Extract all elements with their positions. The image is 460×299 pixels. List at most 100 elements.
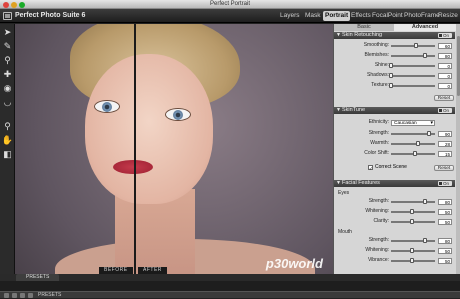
before-after-divider[interactable]	[134, 24, 136, 274]
skin-retouching-toggle[interactable]: On	[438, 33, 452, 38]
tab-basic[interactable]: Basic	[334, 24, 394, 31]
mouth-value-field[interactable]: 50	[438, 257, 452, 264]
right-eye	[165, 108, 191, 121]
mouth-label: Vibrance:	[367, 257, 389, 263]
tab-advanced[interactable]: Advanced	[394, 24, 456, 31]
skin-retouching-slider-thumb[interactable]	[389, 73, 393, 78]
skin-retouching-slider-track[interactable]	[391, 75, 435, 77]
image-canvas[interactable]: BEFORE AFTER p30world	[15, 24, 333, 274]
eyes-label: Strength:	[368, 198, 389, 204]
eyes-value-field[interactable]: 50	[438, 208, 452, 215]
skintune-row: Warmth: 28	[334, 140, 455, 147]
skin-retouching-slider-thumb[interactable]	[389, 83, 393, 88]
eye-icon[interactable]: ◉	[2, 83, 13, 94]
eyes-group-label: Eyes	[338, 190, 350, 196]
tab-portrait[interactable]: Portrait	[323, 11, 351, 21]
skin-retouching-slider-thumb[interactable]	[389, 63, 393, 68]
skintune-slider-thumb[interactable]	[415, 141, 420, 146]
facial-features-toggle[interactable]: On	[438, 181, 452, 186]
skintune-label: Color Shift:	[364, 150, 389, 156]
skin-retouching-value-field[interactable]: 0	[438, 72, 452, 79]
mouth-row: Whitening: 50	[334, 247, 455, 254]
eyes-value-field[interactable]: 80	[438, 198, 452, 205]
mouth-slider-track[interactable]	[391, 240, 435, 242]
skin-retouching-value-field[interactable]: 0	[438, 82, 452, 89]
arrow-icon[interactable]: ➤	[2, 27, 13, 38]
brush-icon[interactable]: ✎	[2, 41, 13, 52]
presets-tab[interactable]: PRESETS	[16, 274, 60, 281]
eyes-label: Whitening:	[365, 208, 389, 214]
eyedropper-icon[interactable]: ⚲	[2, 55, 13, 66]
grid-icon[interactable]	[28, 293, 33, 298]
portrait-face	[85, 54, 213, 204]
skin-retouching-header[interactable]: ▼ Skin Retouching On	[334, 32, 455, 39]
skin-retouching-slider-track[interactable]	[391, 55, 435, 57]
mouth-slider-thumb[interactable]	[410, 258, 414, 263]
skintune-value-field[interactable]: 90	[438, 130, 452, 137]
eyes-slider-thumb[interactable]	[410, 219, 414, 224]
skintune-value-field[interactable]: 15	[438, 150, 452, 157]
eyes-slider-track[interactable]	[391, 201, 435, 203]
skintune-slider-thumb[interactable]	[412, 151, 417, 156]
skin-retouching-slider-thumb[interactable]	[422, 53, 427, 58]
disclosure-triangle-icon: ▼	[336, 180, 341, 186]
skintune-toggle[interactable]: On	[438, 108, 452, 113]
mouth-row: Strength: 80	[334, 237, 455, 244]
skin-retouching-slider-track[interactable]	[391, 45, 435, 47]
eyes-slider-thumb[interactable]	[410, 209, 414, 214]
tab-focalpoint[interactable]: FocalPoint	[370, 11, 405, 21]
skin-retouching-label: Shadows:	[367, 72, 389, 78]
mouth-slider-thumb[interactable]	[422, 238, 427, 243]
portrait-lips	[113, 160, 153, 174]
mouth-value-field[interactable]: 80	[438, 237, 452, 244]
hand-icon[interactable]: ✋	[2, 135, 13, 146]
facial-features-header[interactable]: ▼ Facial Features On	[334, 180, 455, 187]
tab-resize[interactable]: Resize	[436, 11, 460, 21]
skintune-slider-track[interactable]	[391, 143, 435, 145]
skintune-row: Strength: 90	[334, 130, 455, 137]
skin-retouching-reset-button[interactable]: Reset	[434, 95, 454, 101]
skin-retouching-value-field[interactable]: 0	[438, 62, 452, 69]
skin-retouching-value-field[interactable]: 80	[438, 52, 452, 59]
left-eye	[94, 100, 120, 113]
eyes-row: Clarity: 50	[334, 218, 455, 225]
correct-scene-checkbox[interactable]: ✓	[368, 165, 373, 171]
skin-retouching-row: Texture: 0	[334, 82, 455, 89]
ethnicity-dropdown[interactable]: Caucasian	[391, 119, 435, 126]
skintune-header[interactable]: ▼ SkinTune On	[334, 107, 455, 114]
skin-retouching-slider-track[interactable]	[391, 85, 435, 87]
mouth-icon[interactable]: ◡	[2, 97, 13, 108]
mode-tabs: Basic Advanced	[334, 24, 460, 31]
eyes-slider-thumb[interactable]	[422, 199, 427, 204]
skin-retouching-label: Smoothing:	[363, 42, 389, 48]
forward-icon[interactable]	[20, 293, 25, 298]
skin-retouching-slider-track[interactable]	[391, 65, 435, 67]
home-icon[interactable]	[4, 293, 9, 298]
skintune-slider-thumb[interactable]	[426, 131, 431, 136]
app-name: Perfect Photo Suite 6	[15, 12, 86, 19]
tab-mask[interactable]: Mask	[303, 11, 323, 21]
eyes-value-field[interactable]: 50	[438, 218, 452, 225]
clone-icon[interactable]: ✚	[2, 69, 13, 80]
ethnicity-label: Ethnicity:	[368, 119, 389, 125]
eyes-label: Clarity:	[373, 218, 389, 224]
panel-scrollbar[interactable]	[456, 31, 460, 274]
skintune-value-field[interactable]: 28	[438, 140, 452, 147]
mouth-value-field[interactable]: 50	[438, 247, 452, 254]
watermark: p30world	[265, 256, 323, 271]
skin-retouching-value-field[interactable]: 60	[438, 42, 452, 49]
mouth-label: Whitening:	[365, 247, 389, 253]
ethnicity-row: Ethnicity: Caucasian	[334, 119, 455, 126]
title-bar: Perfect Portrait	[0, 0, 460, 9]
back-icon[interactable]	[12, 293, 17, 298]
compare-icon[interactable]: ◧	[2, 149, 13, 160]
skin-retouching-row: Shadows: 0	[334, 72, 455, 79]
section-title: SkinTune	[342, 107, 366, 113]
mouth-row: Vibrance: 50	[334, 257, 455, 264]
tab-layers[interactable]: Layers	[278, 11, 302, 21]
skintune-reset-button[interactable]: Reset	[434, 165, 454, 171]
skin-retouching-slider-thumb[interactable]	[414, 43, 419, 48]
section-title: Skin Retouching	[342, 32, 383, 38]
zoom-icon[interactable]: ⚲	[2, 121, 13, 132]
mouth-slider-thumb[interactable]	[410, 248, 414, 253]
